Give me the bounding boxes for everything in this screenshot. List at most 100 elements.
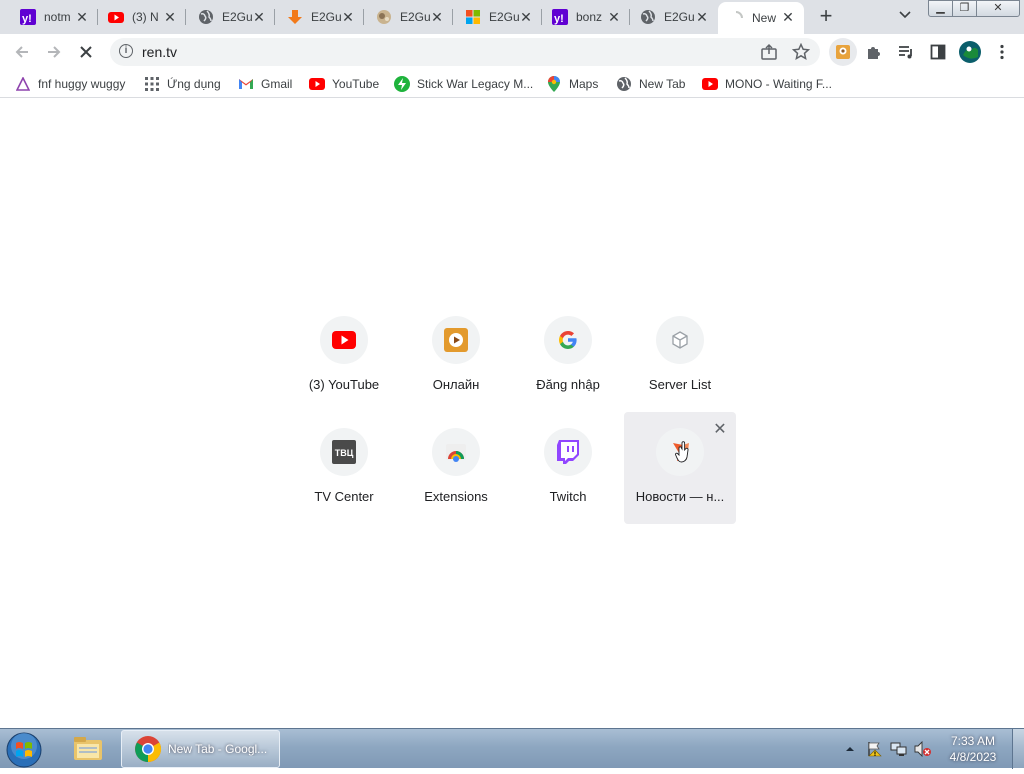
share-icon[interactable]: [760, 43, 778, 66]
bookmark-item[interactable]: New Tab: [616, 75, 685, 93]
bookmark-label: Stick War Legacy M...: [417, 77, 534, 91]
cube-icon: [656, 316, 704, 364]
tab-5[interactable]: E2Gu ✕: [453, 0, 542, 34]
address-bar[interactable]: i ren.tv: [110, 38, 820, 66]
explorer-taskbar-button[interactable]: [70, 731, 110, 767]
start-button[interactable]: [4, 731, 48, 768]
info-icon[interactable]: i: [119, 44, 133, 58]
bookmark-item[interactable]: MONO - Waiting F...: [702, 75, 832, 93]
bookmark-star-icon[interactable]: [791, 42, 811, 66]
tab-title: E2Gu: [664, 10, 694, 24]
shortcut-label: Extensions: [424, 489, 488, 504]
tab-title: notm: [44, 10, 71, 24]
clock-time: 7:33 AM: [950, 734, 996, 748]
close-tab-icon[interactable]: ✕: [162, 9, 178, 25]
url-text[interactable]: ren.tv: [142, 44, 177, 60]
chrome-taskbar-label: New Tab - Googl...: [168, 742, 268, 756]
close-tab-icon[interactable]: ✕: [606, 9, 622, 25]
shortcut-label: Онлайн: [432, 377, 480, 392]
shortcut-tile[interactable]: ТВЦ TV Center: [288, 412, 400, 524]
chrome-webstore-icon: [432, 428, 480, 476]
folder-icon: [74, 737, 102, 760]
twitch-icon: [544, 428, 592, 476]
svg-text:y!: y!: [554, 13, 564, 25]
back-button[interactable]: [10, 40, 34, 64]
back-arrow-icon: [15, 46, 28, 58]
tab-title: (3) N: [132, 10, 159, 24]
close-tab-icon[interactable]: ✕: [74, 9, 90, 25]
bookmark-label: New Tab: [639, 77, 686, 91]
close-tab-icon[interactable]: ✕: [518, 9, 534, 25]
minimize-button[interactable]: ▁: [928, 0, 953, 17]
triangle-icon: [15, 76, 31, 92]
globe-icon: [198, 9, 214, 25]
shortcut-tile[interactable]: (3) YouTube: [288, 300, 400, 412]
shortcut-tile[interactable]: Extensions: [400, 412, 512, 524]
shortcut-tile[interactable]: Онлайн: [400, 300, 512, 412]
close-window-button[interactable]: ✕: [976, 0, 1020, 17]
shortcut-tile-hovered[interactable]: ✕ Новости — н...: [624, 412, 736, 524]
maximize-button[interactable]: ❐: [952, 0, 977, 17]
remove-shortcut-icon[interactable]: ✕: [710, 420, 730, 440]
bookmark-item[interactable]: Gmail: [238, 75, 292, 93]
side-panel-button[interactable]: [926, 40, 950, 64]
shortcut-tile[interactable]: Twitch: [512, 412, 624, 524]
close-tab-icon[interactable]: ✕: [694, 9, 710, 25]
extension-webcam-button[interactable]: [829, 38, 857, 66]
svg-text:!: !: [874, 751, 877, 757]
shortcut-label: Новости — н...: [635, 489, 725, 504]
stop-loading-button[interactable]: [74, 40, 98, 64]
chrome-taskbar-button[interactable]: New Tab - Googl...: [121, 730, 280, 768]
tab-4[interactable]: E2Gu ✕: [364, 0, 453, 34]
tab-8-active[interactable]: New ✕: [718, 2, 804, 34]
tab-title: New: [752, 11, 777, 25]
show-desktop-button[interactable]: [1012, 729, 1024, 769]
shortcut-tile[interactable]: Server List: [624, 300, 736, 412]
bolt-icon: [394, 76, 410, 92]
globe-icon: [616, 76, 632, 92]
action-center-flag-icon[interactable]: !: [866, 741, 884, 758]
taskbar-clock[interactable]: 7:33 AM 4/8/2023: [944, 733, 1002, 765]
bookmark-item[interactable]: Maps: [546, 75, 598, 93]
google-g-icon: [544, 316, 592, 364]
youtube-icon: [108, 9, 124, 25]
bookmark-item[interactable]: YouTube: [309, 75, 379, 93]
close-tab-icon[interactable]: ✕: [340, 9, 356, 25]
close-tab-icon[interactable]: ✕: [780, 9, 796, 25]
bookmark-apps[interactable]: Ứng dụng: [144, 75, 221, 93]
profile-avatar-button[interactable]: [958, 40, 982, 64]
shortcut-tile[interactable]: Đăng nhập: [512, 300, 624, 412]
maps-pin-icon: [546, 76, 562, 92]
tab-3[interactable]: E2Gu ✕: [275, 0, 364, 34]
close-tab-icon[interactable]: ✕: [429, 9, 445, 25]
tab-6[interactable]: y! bonz ✕: [542, 0, 630, 34]
bookmark-item[interactable]: fnf huggy wuggy: [15, 75, 125, 93]
tab-0[interactable]: y! notm ✕: [0, 0, 98, 34]
tab-title: E2Gu: [489, 10, 519, 24]
tab-2[interactable]: E2Gu ✕: [186, 0, 275, 34]
tab-search-button[interactable]: [893, 7, 917, 27]
loading-spinner-icon: [728, 10, 744, 26]
windows-orb-icon: [6, 732, 42, 768]
close-tab-icon[interactable]: ✕: [251, 9, 267, 25]
bookmark-label: Gmail: [261, 77, 293, 91]
chrome-menu-button[interactable]: [990, 40, 1014, 64]
bookmark-label: Ứng dụng: [167, 77, 221, 91]
youtube-icon: [702, 76, 718, 92]
music-queue-icon: [899, 46, 912, 59]
shortcut-label: TV Center: [314, 489, 374, 504]
image-thumb-icon: [376, 9, 392, 25]
bookmark-label: MONO - Waiting F...: [725, 77, 832, 91]
new-tab-button[interactable]: +: [814, 5, 838, 29]
more-vert-icon: [1000, 44, 1004, 60]
bookmark-item[interactable]: Stick War Legacy M...: [394, 75, 533, 93]
network-icon[interactable]: [890, 741, 908, 757]
forward-button[interactable]: [42, 40, 66, 64]
tab-1[interactable]: (3) N ✕: [98, 0, 186, 34]
extensions-button[interactable]: [862, 40, 886, 64]
volume-muted-icon[interactable]: [914, 740, 932, 758]
tab-7[interactable]: E2Gu ✕: [630, 0, 718, 34]
tab-title: bonz: [576, 10, 603, 24]
media-control-button[interactable]: [894, 40, 918, 64]
show-hidden-icons-button[interactable]: [844, 741, 862, 757]
